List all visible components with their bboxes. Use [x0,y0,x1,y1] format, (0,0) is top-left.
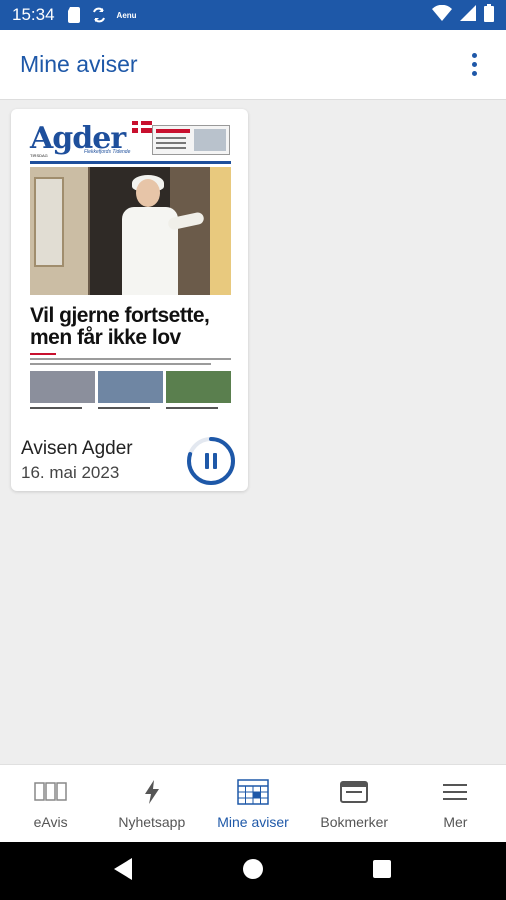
calendar-grid-icon [237,778,269,806]
status-bar: 15:34 Aenu [0,0,506,30]
sync-icon [91,7,107,23]
nav-nyhetsapp[interactable]: Nyhetsapp [101,765,202,842]
nav-bokmerker[interactable]: Bokmerker [304,765,405,842]
newspaper-cover-thumbnail[interactable]: Agder Flekkefjords Tidende TIRSDAG Vil g… [28,119,233,421]
nav-eavis[interactable]: eAvis [0,765,101,842]
nav-label: Nyhetsapp [118,813,186,830]
system-navigation-bar [0,842,506,900]
cover-lead-text [30,353,231,368]
norway-flag-icon [132,121,152,133]
lightning-icon [144,778,160,806]
newspaper-card[interactable]: Agder Flekkefjords Tidende TIRSDAG Vil g… [11,109,248,491]
bottom-navigation: eAvis Nyhetsapp Mine aviser Bokmerker Me… [0,764,506,842]
hamburger-menu-icon [443,778,468,806]
cover-teasers [30,371,231,413]
nav-mer[interactable]: Mer [405,765,506,842]
cover-rule [30,161,231,164]
app-status-label: Aenu [116,10,137,20]
cover-main-photo [30,167,231,295]
wifi-icon [432,4,452,26]
newspaper-name: Avisen Agder [21,438,133,459]
nav-label: Mine aviser [217,813,289,830]
page-title: Mine aviser [20,51,138,77]
eavis-pages-icon [33,778,68,806]
cover-advert [152,125,230,155]
cover-headline: Vil gjerne fortsette, men får ikke lov [30,304,210,349]
pause-download-icon[interactable] [186,436,236,486]
nav-label: Mer [443,813,468,830]
signal-icon [460,4,476,26]
home-icon[interactable] [242,858,264,885]
more-vertical-icon[interactable] [462,45,486,85]
app-bar: Mine aviser [0,30,506,100]
sd-card-icon [67,7,81,23]
newspaper-date: 16. mai 2023 [21,463,120,482]
battery-icon [484,3,494,27]
recents-icon[interactable] [372,859,392,884]
back-icon[interactable] [114,857,134,885]
cover-day-label: TIRSDAG [30,153,48,158]
status-time: 15:34 [12,5,55,24]
bookmark-window-icon [340,778,369,806]
nav-label: Bokmerker [320,813,389,830]
nav-label: eAvis [33,813,68,830]
nav-mine-aviser[interactable]: Mine aviser [202,765,303,842]
